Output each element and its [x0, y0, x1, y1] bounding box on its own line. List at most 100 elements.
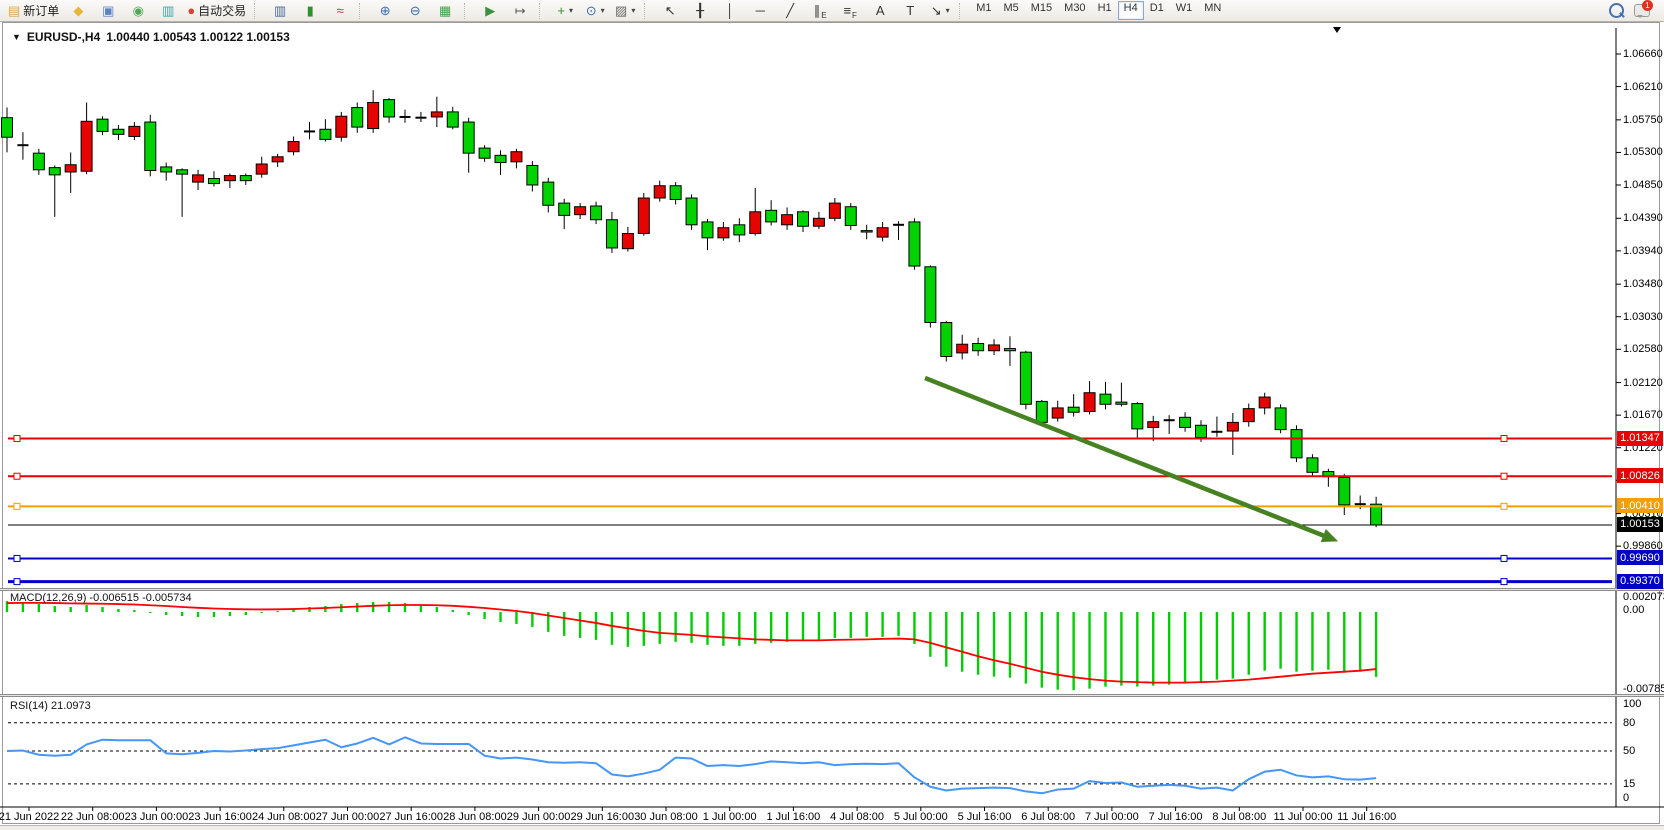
toolbar-separator: [959, 3, 967, 19]
chart-ohlc-values: 1.00440 1.00543 1.00122 1.00153: [106, 30, 290, 44]
candle-body: [750, 212, 761, 234]
chart-title-collapse-icon[interactable]: ▼: [12, 32, 21, 42]
zoom-in-button[interactable]: ⊕: [370, 1, 400, 21]
timeframe-mn-button[interactable]: MN: [1198, 1, 1227, 20]
candle-body: [511, 152, 522, 162]
zoom-out-button[interactable]: ⊖: [400, 1, 430, 21]
candle-body: [352, 108, 363, 128]
candle-body: [1100, 394, 1111, 404]
chart-shift-marker[interactable]: [1333, 27, 1341, 33]
candle-body: [718, 228, 729, 238]
toolbar-right-icons: 1: [1609, 3, 1664, 18]
candle-body: [1180, 417, 1191, 427]
candle-body: [527, 165, 538, 185]
timeframe-m15-button[interactable]: M15: [1025, 1, 1058, 20]
timeframe-m5-button[interactable]: M5: [997, 1, 1024, 20]
candle-body: [256, 164, 267, 174]
periods-dropdown-icon[interactable]: ▾: [601, 6, 605, 15]
chart-line-button[interactable]: ≈: [325, 1, 355, 21]
cursor-button[interactable]: ↖: [655, 1, 685, 21]
trendline-button[interactable]: ╱: [775, 1, 805, 21]
candle-body: [145, 122, 156, 170]
price-axis-label: 1.02120: [1623, 377, 1663, 389]
candle-body: [1036, 401, 1047, 422]
pane-separator-rsi[interactable]: [0, 694, 1664, 697]
price-badge-0.99370: 0.99370: [1617, 574, 1663, 589]
candle-body: [33, 153, 44, 170]
macd-label: MACD(12,26,9) -0.006515 -0.005734: [10, 592, 192, 604]
add-indicator-button[interactable]: +▾: [550, 1, 580, 21]
add-indicator-dropdown-icon[interactable]: ▾: [569, 6, 573, 15]
fibonacci-button[interactable]: ≡F: [835, 1, 865, 21]
market-watch-button[interactable]: ◆: [63, 1, 93, 21]
chart-candles-button[interactable]: ▮: [295, 1, 325, 21]
hline-handle[interactable]: [14, 555, 20, 561]
hline-handle[interactable]: [1501, 555, 1507, 561]
chart-title: ▼ EURUSD-,H4 1.00440 1.00543 1.00122 1.0…: [12, 30, 290, 44]
price-axis-label: 1.05300: [1623, 146, 1663, 158]
rsi-axis-label: 15: [1623, 778, 1635, 790]
price-badge-0.99690: 0.99690: [1617, 550, 1663, 565]
text-label-button[interactable]: T: [895, 1, 925, 21]
search-icon[interactable]: [1609, 3, 1624, 18]
auto-scroll-button[interactable]: ▶: [475, 1, 505, 21]
chart-shift-button[interactable]: ↦: [505, 1, 535, 21]
hline-handle[interactable]: [1501, 579, 1507, 585]
pane-separator-macd[interactable]: [0, 588, 1664, 591]
horizontal-line-button[interactable]: ─: [745, 1, 775, 21]
timeframe-m30-button[interactable]: M30: [1058, 1, 1091, 20]
trend-arrow-head[interactable]: [1321, 529, 1338, 542]
candle-body: [336, 116, 347, 137]
candle-body: [1259, 397, 1270, 408]
arrows-dropdown-icon[interactable]: ▾: [946, 6, 950, 15]
candle-body: [941, 323, 952, 357]
timeframe-h1-button[interactable]: H1: [1092, 1, 1118, 20]
candle-body: [606, 220, 617, 248]
navigator-button[interactable]: ◉: [123, 1, 153, 21]
candle-body: [989, 345, 1000, 351]
equidistant-channel-button[interactable]: ∥E: [805, 1, 835, 21]
autotrade-label: 自动交易: [198, 2, 246, 19]
hline-handle[interactable]: [1501, 436, 1507, 442]
terminal-button[interactable]: ▥: [153, 1, 183, 21]
candle-body: [1020, 352, 1031, 404]
price-axis-label: 1.06210: [1623, 81, 1663, 93]
chat-icon[interactable]: 1: [1634, 4, 1650, 17]
hline-handle[interactable]: [14, 503, 20, 509]
timeframe-w1-button[interactable]: W1: [1170, 1, 1199, 20]
templates-button[interactable]: ▨▾: [610, 1, 640, 21]
chart-canvas[interactable]: [0, 0, 1664, 830]
timeframe-d1-button[interactable]: D1: [1144, 1, 1170, 20]
timeframe-h4-button[interactable]: H4: [1118, 1, 1144, 20]
hline-handle[interactable]: [14, 436, 20, 442]
hline-handle[interactable]: [14, 579, 20, 585]
rsi-axis-label: 0: [1623, 792, 1629, 804]
macd-axis-label: 0.00: [1623, 604, 1644, 616]
price-axis-label: 1.02580: [1623, 343, 1663, 355]
tile-windows-button[interactable]: ▦: [430, 1, 460, 21]
chart-bars-button[interactable]: ▥: [265, 1, 295, 21]
price-axis-label: 1.01670: [1623, 409, 1663, 421]
data-window-button[interactable]: ▣: [93, 1, 123, 21]
crosshair-button[interactable]: ╂: [685, 1, 715, 21]
vertical-line-button[interactable]: │: [715, 1, 745, 21]
candle-body: [1148, 422, 1159, 428]
hline-handle[interactable]: [14, 473, 20, 479]
arrows-button[interactable]: ↘▾: [925, 1, 955, 21]
new-order-label: 新订单: [23, 2, 59, 19]
auto-scroll-icon: ▶: [485, 4, 495, 17]
templates-icon: ▨: [615, 4, 627, 17]
timeframe-m1-button[interactable]: M1: [970, 1, 997, 20]
autotrade-button[interactable]: ●自动交易: [183, 1, 250, 21]
periods-button[interactable]: ⊙▾: [580, 1, 610, 21]
new-order-button[interactable]: ▤新订单: [4, 1, 63, 21]
time-axis-label: 11 Jul 16:00: [1325, 811, 1409, 823]
price-axis-label: 1.03940: [1623, 245, 1663, 257]
hline-handle[interactable]: [1501, 473, 1507, 479]
candle-body: [1004, 349, 1015, 351]
text-button[interactable]: A: [865, 1, 895, 21]
hline-handle[interactable]: [1501, 503, 1507, 509]
templates-dropdown-icon[interactable]: ▾: [631, 6, 635, 15]
candle-body: [686, 198, 697, 225]
rsi-line: [7, 737, 1376, 793]
